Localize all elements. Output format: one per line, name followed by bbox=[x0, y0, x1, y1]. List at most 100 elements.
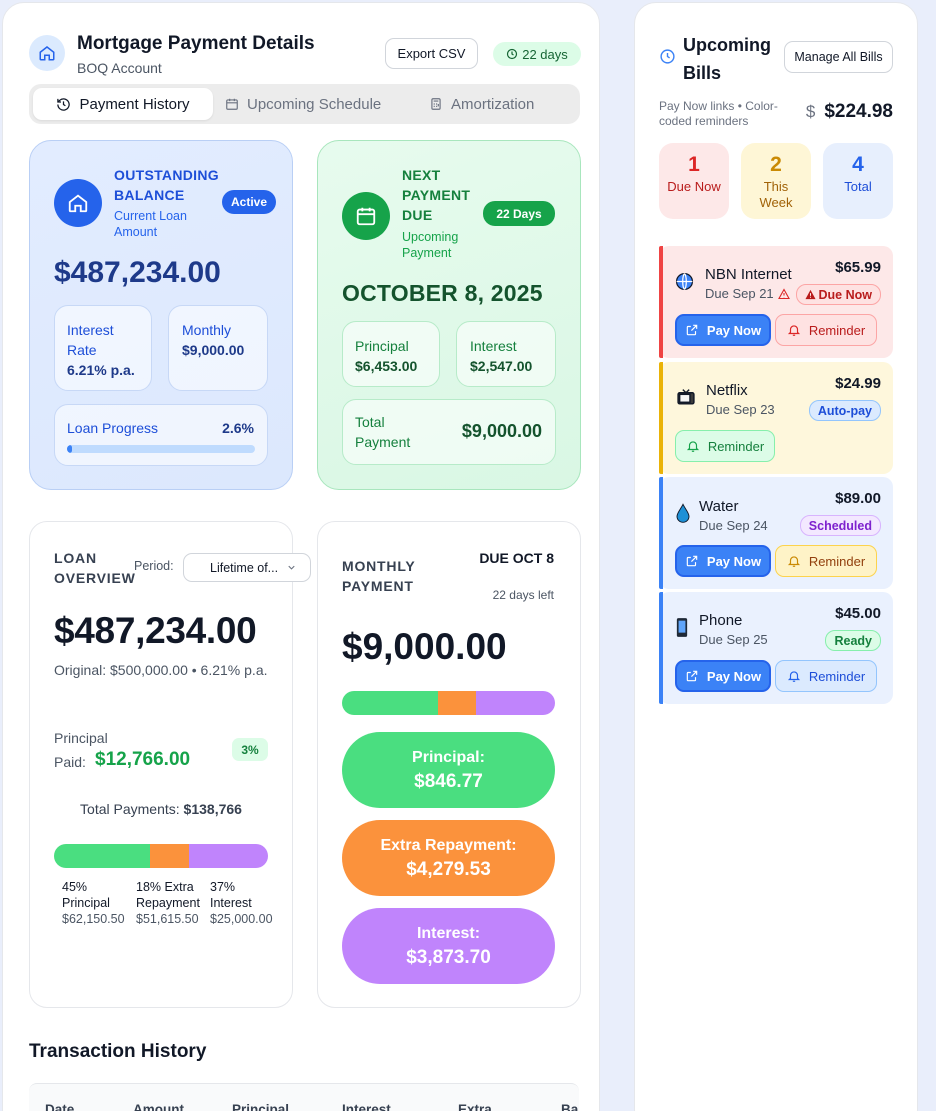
tab-upcoming-schedule[interactable]: Upcoming Schedule bbox=[225, 88, 385, 120]
bills-total: $ $224.98 bbox=[806, 101, 893, 123]
bills-panel: Upcoming Bills Manage All Bills Pay Now … bbox=[634, 2, 918, 1111]
principal-paid-value: $12,766.00 bbox=[95, 749, 191, 770]
clock-icon bbox=[659, 48, 676, 65]
manage-bills-button[interactable]: Manage All Bills bbox=[784, 41, 893, 73]
pill-value: $846.77 bbox=[414, 771, 483, 792]
principal-value: $6,453.00 bbox=[355, 358, 418, 374]
clock-icon bbox=[506, 48, 518, 60]
breakdown-legend-principal: 45% Principal $62,150.50 bbox=[62, 879, 125, 927]
stat-count: 2 bbox=[770, 153, 782, 176]
status-badge: Active bbox=[222, 190, 276, 214]
pill-value: $3,873.70 bbox=[406, 947, 491, 968]
days-badge: 22 days bbox=[493, 42, 581, 66]
interest-box: Interest $2,547.00 bbox=[456, 321, 556, 387]
bill-status-bar bbox=[659, 592, 663, 704]
pill-label: Extra Repayment: bbox=[380, 837, 517, 854]
monthly-label: Monthly bbox=[182, 322, 232, 338]
calendar-icon bbox=[225, 97, 239, 111]
column-header[interactable]: Extra bbox=[458, 1102, 492, 1111]
bill-due: Due Sep 21 bbox=[705, 286, 790, 301]
reminder-button[interactable]: Reminder bbox=[775, 660, 877, 692]
outstanding-subtitle: Current Loan Amount bbox=[114, 209, 187, 239]
days-left: 22 days left bbox=[492, 588, 554, 602]
legend-pct-line: 18% Extra Repayment bbox=[136, 879, 206, 911]
export-csv-button[interactable]: Export CSV bbox=[385, 38, 478, 69]
bell-icon bbox=[686, 439, 700, 453]
bill-card-water: Water Due Sep 24 $89.00 Scheduled Pay No… bbox=[659, 477, 893, 589]
reminder-button[interactable]: Reminder bbox=[775, 545, 877, 577]
stat-total: 4 Total bbox=[823, 143, 893, 219]
bell-icon bbox=[787, 554, 801, 568]
column-header[interactable]: Date bbox=[45, 1102, 74, 1111]
pay-now-button[interactable]: Pay Now bbox=[675, 660, 771, 692]
tab-amortization[interactable]: Amortization bbox=[429, 88, 569, 120]
column-header[interactable]: Ba bbox=[561, 1102, 578, 1111]
next-payment-subtitle: Upcoming Payment bbox=[402, 230, 459, 260]
bar-segment bbox=[437, 691, 477, 715]
chevron-down-icon bbox=[286, 562, 297, 573]
status-badge: Ready bbox=[825, 630, 881, 651]
calendar-icon bbox=[342, 192, 390, 240]
bill-amount: $24.99 bbox=[835, 375, 881, 392]
tv-icon bbox=[676, 388, 696, 407]
extra-repayment-pill: Extra Repayment: $4,279.53 bbox=[342, 820, 555, 896]
tab-bar: Payment History Upcoming Schedule Amorti… bbox=[29, 84, 580, 124]
reminder-button[interactable]: Reminder bbox=[675, 430, 775, 462]
column-header[interactable]: Interest bbox=[342, 1102, 391, 1111]
pill-value: $4,279.53 bbox=[406, 859, 491, 880]
legend-label: Interest bbox=[210, 896, 252, 910]
reminder-label: Reminder bbox=[707, 438, 765, 454]
page-title: Mortgage Payment Details bbox=[77, 33, 315, 54]
tab-label: Amortization bbox=[451, 95, 535, 113]
water-drop-icon bbox=[675, 503, 691, 523]
due-date: DUE OCT 8 bbox=[479, 550, 554, 566]
stat-count: 4 bbox=[852, 153, 864, 176]
home-icon bbox=[29, 35, 65, 71]
external-link-icon bbox=[685, 554, 699, 568]
reminder-button[interactable]: Reminder bbox=[775, 314, 877, 346]
bar-segment bbox=[150, 844, 189, 868]
next-payment-title: NEXT PAYMENT DUE bbox=[402, 167, 471, 223]
bill-due: Due Sep 25 bbox=[699, 632, 768, 647]
interest-rate-value: 6.21% p.a. bbox=[67, 362, 135, 378]
loan-progress-label: Loan Progress bbox=[67, 420, 159, 436]
bill-card-nbn: NBN Internet Due Sep 21 $65.99 Due Now P… bbox=[659, 246, 893, 358]
warning-icon bbox=[804, 289, 816, 300]
pay-now-button[interactable]: Pay Now bbox=[675, 545, 771, 577]
total-payments-label: Total Payments: bbox=[80, 801, 180, 817]
column-header[interactable]: Amount bbox=[133, 1102, 184, 1111]
loan-progress-box: Loan Progress 2.6% bbox=[54, 404, 268, 466]
pay-now-label: Pay Now bbox=[706, 553, 762, 569]
total-payments: Total Payments: $138,766 bbox=[30, 801, 292, 817]
phone-icon bbox=[676, 617, 688, 638]
period-select[interactable]: Lifetime of... bbox=[183, 553, 311, 582]
reminder-label: Reminder bbox=[808, 553, 866, 569]
breakdown-legend-extra: 18% Extra Repayment $51,615.50 bbox=[136, 879, 206, 927]
principal-pill: Principal: $846.77 bbox=[342, 732, 555, 808]
bill-amount: $89.00 bbox=[835, 490, 881, 507]
interest-label: Interest bbox=[470, 338, 517, 354]
column-header[interactable]: Principal bbox=[232, 1102, 289, 1111]
next-payment-card: NEXT PAYMENT DUE Upcoming Payment 22 Day… bbox=[317, 140, 581, 490]
stat-count: 1 bbox=[688, 153, 700, 176]
pay-now-button[interactable]: Pay Now bbox=[675, 314, 771, 346]
stat-label: This Week bbox=[759, 179, 793, 210]
interest-rate-box: Interest Rate 6.21% p.a. bbox=[54, 305, 152, 391]
home-icon bbox=[54, 179, 102, 227]
interest-pill: Interest: $3,873.70 bbox=[342, 908, 555, 984]
dollar-icon: $ bbox=[805, 102, 816, 121]
loan-progress-value: 2.6% bbox=[222, 420, 254, 436]
calculator-icon bbox=[429, 97, 443, 111]
pay-now-label: Pay Now bbox=[706, 668, 762, 684]
bill-due-text: Due Sep 21 bbox=[705, 286, 774, 301]
principal-box: Principal $6,453.00 bbox=[342, 321, 440, 387]
bill-card-netflix: Netflix Due Sep 23 $24.99 Auto-pay Remin… bbox=[659, 362, 893, 474]
loan-overview-title: LOAN OVERVIEW bbox=[54, 550, 136, 586]
mortgage-panel: Mortgage Payment Details BOQ Account Exp… bbox=[2, 2, 600, 1111]
bar-segment bbox=[342, 691, 438, 715]
next-payment-date: OCTOBER 8, 2025 bbox=[342, 280, 543, 306]
bill-card-phone: Phone Due Sep 25 $45.00 Ready Pay Now Re… bbox=[659, 592, 893, 704]
tab-payment-history[interactable]: Payment History bbox=[33, 88, 213, 120]
transaction-table: Date Amount Principal Interest Extra Ba bbox=[29, 1083, 579, 1111]
outstanding-title: OUTSTANDING BALANCE bbox=[114, 167, 219, 203]
